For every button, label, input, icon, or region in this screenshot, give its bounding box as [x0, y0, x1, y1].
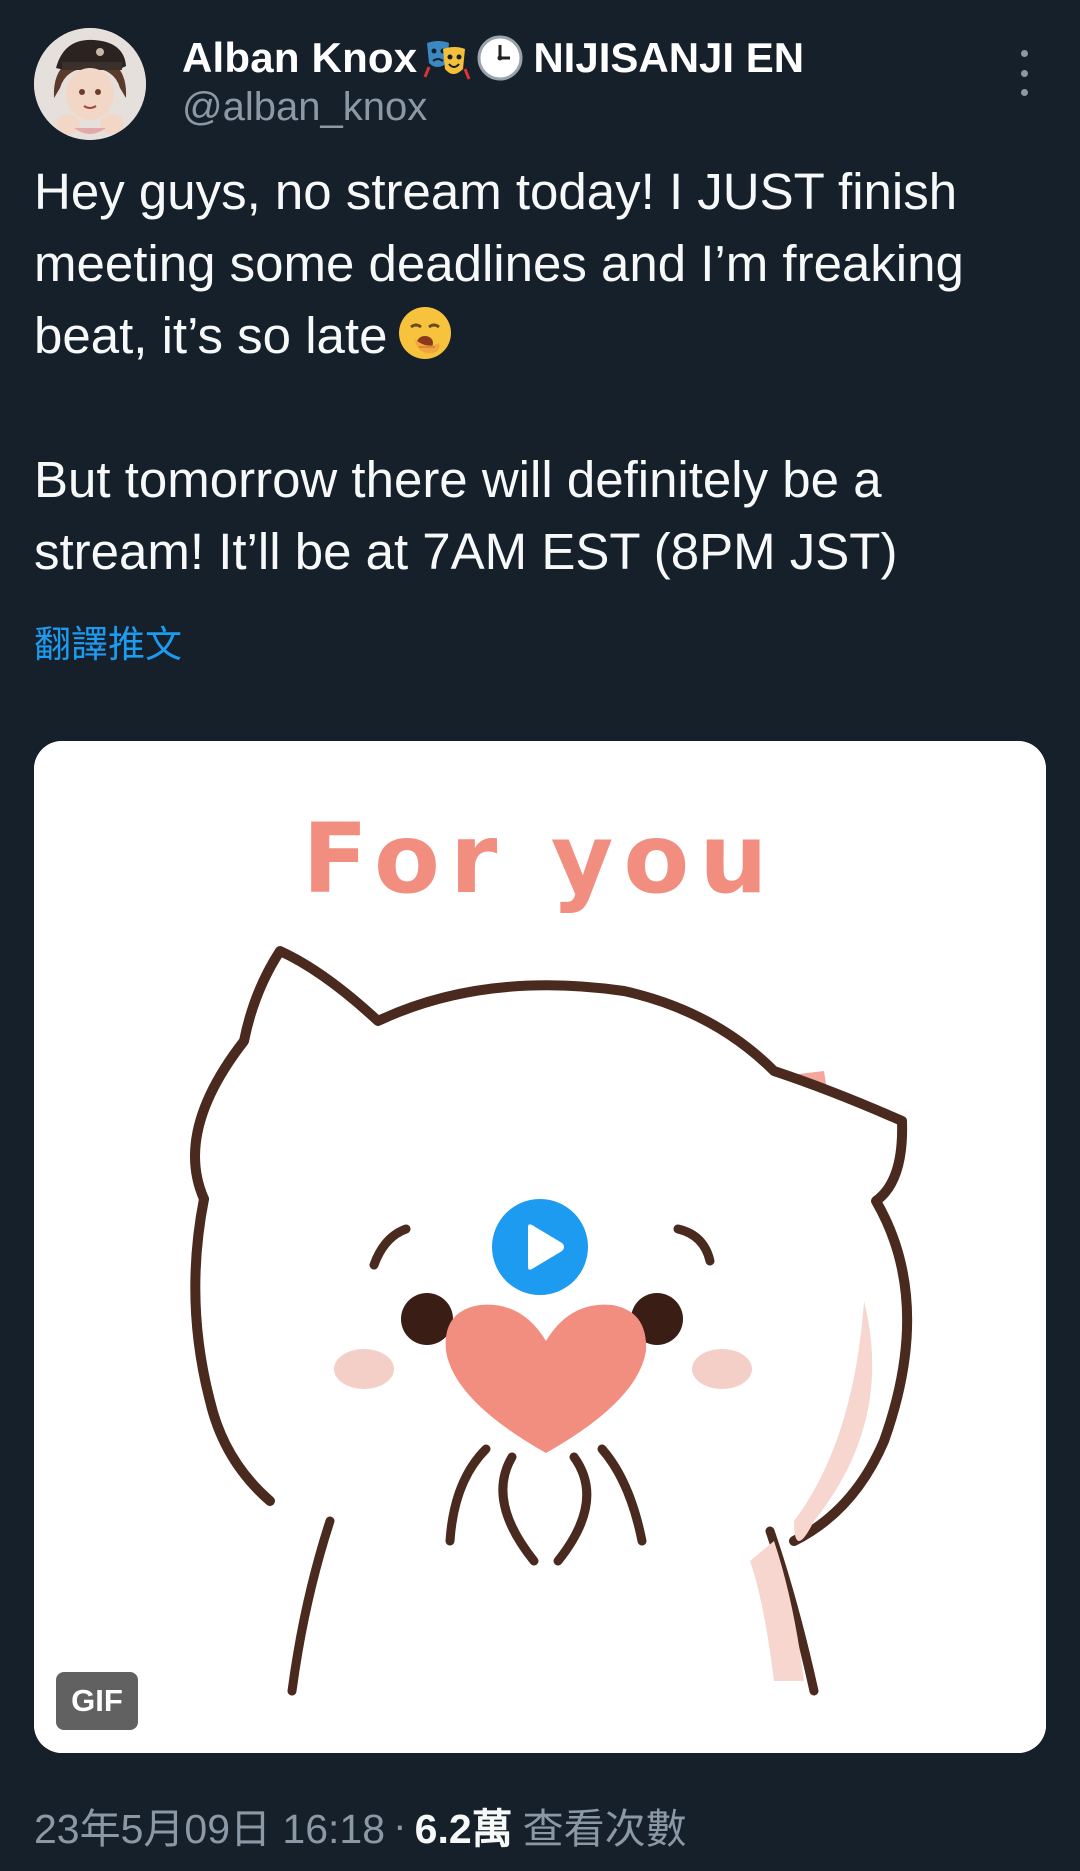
avatar-image: [34, 28, 146, 140]
author-avatar[interactable]: [34, 28, 146, 140]
translate-tweet-link[interactable]: 翻譯推文: [34, 614, 182, 668]
views-count[interactable]: 6.2萬: [415, 1795, 513, 1855]
tweet-timestamp[interactable]: 23年5月09日 16:18: [34, 1795, 385, 1855]
gif-caption-text: For you: [302, 803, 778, 915]
tweet-paragraph-1: Hey guys, no stream today! I JUST finish…: [34, 156, 1044, 372]
author-name-row[interactable]: Alban Knox NIJISANJI EN: [182, 30, 804, 86]
yawning-face-icon: [395, 303, 455, 363]
tweet-media-gif[interactable]: For you GIF: [34, 741, 1046, 1753]
tweet-paragraph-1-text: Hey guys, no stream today! I JUST finish…: [34, 163, 964, 364]
tweet-body: Hey guys, no stream today! I JUST finish…: [34, 156, 1044, 588]
author-affiliation[interactable]: NIJISANJI EN: [533, 34, 804, 82]
performing-arts-icon: [421, 33, 471, 83]
play-icon[interactable]: [492, 1199, 588, 1295]
tweet-meta: 23年5月09日 16:18 · 6.2萬 查看次數: [34, 1797, 687, 1853]
more-options-icon[interactable]: [1006, 50, 1042, 96]
clock-icon: [475, 33, 525, 83]
views-label[interactable]: 查看次數: [523, 1795, 687, 1855]
gif-badge: GIF: [56, 1672, 138, 1730]
meta-separator: ·: [393, 1801, 407, 1848]
author-handle[interactable]: @alban_knox: [182, 85, 427, 130]
tweet-paragraph-2: But tomorrow there will definitely be a …: [34, 451, 898, 580]
author-display-name[interactable]: Alban Knox: [182, 34, 417, 82]
